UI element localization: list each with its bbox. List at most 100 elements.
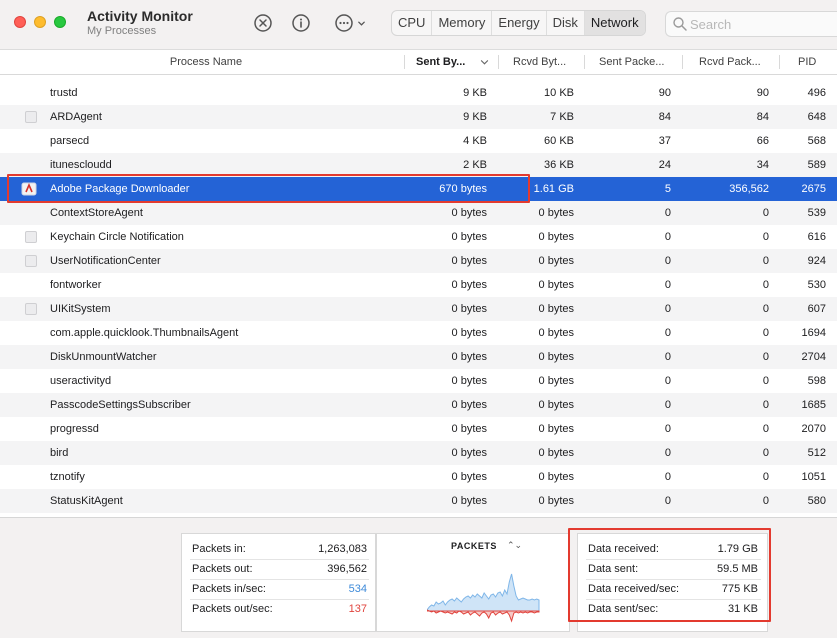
chevron-down-icon (358, 21, 365, 26)
sort-descending-icon (480, 60, 489, 65)
sent-packets: 0 (664, 423, 671, 435)
table-row[interactable]: UserNotificationCenter 0 bytes 0 bytes 0 0 92… (0, 249, 837, 273)
table-row[interactable]: parsecd 4 KB 60 KB 37 66 568 (0, 129, 837, 153)
rcvd-bytes: 7 KB (550, 111, 574, 123)
process-name: trustd (50, 87, 78, 99)
sent-bytes: 0 bytes (451, 303, 487, 315)
app-icon (25, 111, 37, 123)
rcvd-bytes: 0 bytes (538, 303, 574, 315)
close-window-button[interactable] (14, 16, 26, 28)
sent-bytes: 0 bytes (451, 279, 487, 291)
packets-graph: PACKETS ⌃⌄ (376, 533, 570, 632)
rcvd-bytes: 0 bytes (538, 447, 574, 459)
search-icon (673, 17, 687, 31)
rcvd-packets: 0 (762, 231, 769, 243)
table-row[interactable]: Keychain Circle Notification 0 bytes 0 byt… (0, 225, 837, 249)
packets-graph-plot (427, 573, 540, 623)
table-row[interactable]: bird 0 bytes 0 bytes 0 0 512 (0, 441, 837, 465)
table-row[interactable]: UIKitSystem 0 bytes 0 bytes 0 0 607 (0, 297, 837, 321)
table-row[interactable]: PasscodeSettingsSubscriber 0 bytes 0 bytes… (0, 393, 837, 417)
pid: 2704 (801, 351, 826, 363)
rcvd-packets: 0 (762, 423, 769, 435)
data-stat-row: Data sent/sec: 31 KB (578, 599, 767, 619)
packets-stat-value: 534 (348, 583, 367, 595)
tab-cpu[interactable]: CPU (392, 11, 433, 35)
rcvd-packets: 0 (762, 327, 769, 339)
sent-bytes: 670 bytes (439, 183, 487, 195)
data-stats-box: Data received: 1.79 GB Data sent: 59.5 MB Da… (577, 533, 768, 632)
process-name: tznotify (50, 471, 85, 483)
process-name: Adobe Package Downloader (50, 183, 190, 195)
table-row[interactable]: tznotify 0 bytes 0 bytes 0 0 1051 (0, 465, 837, 489)
process-name: com.apple.quicklook.ThumbnailsAgent (50, 327, 239, 339)
pid: 568 (807, 135, 826, 147)
tab-memory[interactable]: Memory (432, 11, 493, 35)
data-stat-label: Data received: (588, 543, 659, 555)
inspect-process-button[interactable] (290, 12, 312, 34)
data-stat-value: 1.79 GB (717, 543, 758, 555)
tab-energy[interactable]: Energy (492, 11, 547, 35)
tab-network[interactable]: Network (584, 11, 645, 35)
sent-packets: 0 (664, 255, 671, 267)
rcvd-packets: 0 (762, 255, 769, 267)
sent-bytes: 0 bytes (451, 375, 487, 387)
column-process-name[interactable]: Process Name (0, 50, 412, 74)
graph-mode-chevron-icon[interactable]: ⌃⌄ (507, 540, 522, 551)
table-row[interactable]: ContextStoreAgent 0 bytes 0 bytes 0 0 539 (0, 201, 837, 225)
rcvd-bytes: 0 bytes (538, 351, 574, 363)
packets-stat-value: 137 (348, 603, 367, 615)
column-sent-bytes[interactable]: Sent By... (416, 50, 476, 74)
stop-icon (254, 14, 272, 32)
packets-stat-label: Packets out: (192, 563, 253, 575)
sent-packets: 24 (658, 159, 671, 171)
table-row[interactable]: progressd 0 bytes 0 bytes 0 0 2070 (0, 417, 837, 441)
stop-process-button[interactable] (252, 12, 274, 34)
packets-stat-row: Packets out/sec: 137 (182, 599, 375, 619)
process-name: ARDAgent (50, 111, 102, 123)
rcvd-bytes: 0 bytes (538, 231, 574, 243)
window-subtitle: My Processes (87, 25, 157, 37)
column-rcvd-bytes[interactable]: Rcvd Byt... (513, 50, 579, 74)
table-row[interactable]: ARDAgent 9 KB 7 KB 84 84 648 (0, 105, 837, 129)
table-row[interactable]: com.apple.quicklook.ThumbnailsAgent 0 byt… (0, 321, 837, 345)
rcvd-packets: 0 (762, 447, 769, 459)
sent-packets: 0 (664, 375, 671, 387)
table-row[interactable]: StatusKitAgent 0 bytes 0 bytes 0 0 580 (0, 489, 837, 513)
rcvd-packets: 0 (762, 471, 769, 483)
data-stat-label: Data sent: (588, 563, 639, 575)
sent-bytes: 0 bytes (451, 471, 487, 483)
rcvd-bytes: 0 bytes (538, 207, 574, 219)
table-row[interactable]: useractivityd 0 bytes 0 bytes 0 0 598 (0, 369, 837, 393)
pid: 1685 (801, 399, 826, 411)
table-row[interactable]: Adobe Package Downloader 670 bytes 1.61 GB… (0, 177, 837, 201)
table-row[interactable]: DiskUnmountWatcher 0 bytes 0 bytes 0 0 2704 (0, 345, 837, 369)
process-name: UserNotificationCenter (50, 255, 161, 267)
minimize-window-button[interactable] (34, 16, 46, 28)
zoom-window-button[interactable] (54, 16, 66, 28)
rcvd-packets: 356,562 (729, 183, 769, 195)
sent-packets: 0 (664, 207, 671, 219)
table-row[interactable]: fontworker 0 bytes 0 bytes 0 0 530 (0, 273, 837, 297)
sent-bytes: 0 bytes (451, 495, 487, 507)
tab-disk[interactable]: Disk (547, 11, 585, 35)
column-sent-packets[interactable]: Sent Packe... (599, 50, 674, 74)
sent-bytes: 0 bytes (451, 207, 487, 219)
pid: 1694 (801, 327, 826, 339)
process-name: useractivityd (50, 375, 112, 387)
packets-stat-label: Packets in: (192, 543, 246, 555)
info-icon (292, 14, 310, 32)
search-input[interactable] (690, 15, 830, 33)
column-pid[interactable]: PID (798, 50, 828, 74)
sent-packets: 0 (664, 495, 671, 507)
sent-bytes: 9 KB (463, 111, 487, 123)
column-rcvd-packets[interactable]: Rcvd Pack... (699, 50, 769, 74)
pid: 2675 (801, 183, 826, 195)
table-row[interactable]: itunescloudd 2 KB 36 KB 24 34 589 (0, 153, 837, 177)
app-icon (25, 255, 37, 267)
more-actions-button[interactable] (331, 12, 369, 34)
search-field[interactable] (665, 11, 837, 37)
process-table: trustd 9 KB 10 KB 90 90 496 ARDAgent 9 KB 7 KB 84… (0, 81, 837, 513)
sent-packets: 0 (664, 471, 671, 483)
table-row[interactable]: trustd 9 KB 10 KB 90 90 496 (0, 81, 837, 105)
rcvd-packets: 0 (762, 399, 769, 411)
